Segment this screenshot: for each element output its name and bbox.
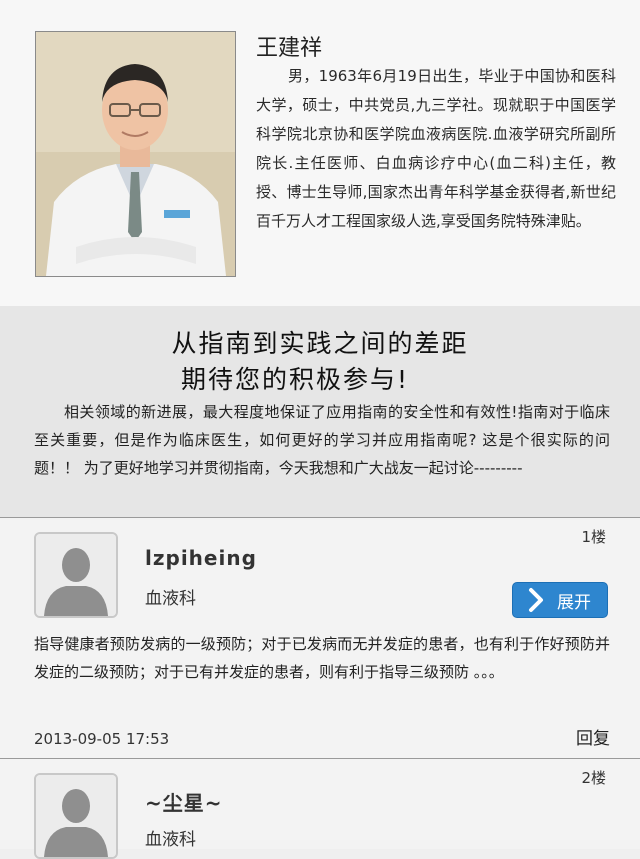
avatar[interactable]: [34, 532, 118, 618]
floor-number: 1楼: [581, 528, 606, 546]
topic-title-line2: 期待您的积极参与!: [180, 365, 410, 394]
chevron-right-icon: [529, 588, 543, 612]
doctor-photo: [35, 31, 236, 277]
doctor-name: 王建祥: [256, 36, 323, 61]
reply-text: 指导健康者预防发病的一级预防；对于已发病而无并发症的患者，也有利于作好预防并发症…: [34, 635, 610, 681]
floor-number: 2楼: [581, 769, 606, 787]
reply-item: 2楼 ~尘星~ 血液科: [0, 758, 640, 859]
discussion-topic: 从指南到实践之间的差距 期待您的积极参与! 相关领域的新进展，最大程度地保证了应…: [0, 306, 640, 518]
reply-timestamp: 2013-09-05 17:53: [34, 730, 170, 748]
doctor-profile: 王建祥 男，1963年6月19日出生，毕业于中国协和医科大学，硕士，中共党员,九…: [0, 0, 640, 306]
reply-button[interactable]: 回复: [576, 724, 610, 749]
avatar[interactable]: [34, 773, 118, 859]
topic-title: 从指南到实践之间的差距 期待您的积极参与!: [0, 326, 640, 398]
expand-button[interactable]: 展开: [512, 582, 608, 618]
reply-item: 1楼 lzpiheing 血液科 展开 指导健康者预防发病的一级预防；对于已发病…: [0, 517, 640, 758]
department: 血液科: [145, 589, 196, 609]
topic-body: 相关领域的新进展，最大程度地保证了应用指南的安全性和有效性!指南对于临床至关重要…: [34, 403, 610, 477]
doctor-bio: 男，1963年6月19日出生，毕业于中国协和医科大学，硕士，中共党员,九三学社。…: [256, 67, 616, 230]
username[interactable]: ~尘星~: [145, 787, 223, 816]
user-silhouette-icon: [36, 775, 116, 857]
department: 血液科: [145, 830, 196, 850]
user-silhouette-icon: [36, 534, 116, 616]
username[interactable]: lzpiheing: [145, 546, 257, 570]
expand-label: 展开: [557, 592, 591, 613]
topic-title-line1: 从指南到实践之间的差距: [171, 329, 469, 358]
